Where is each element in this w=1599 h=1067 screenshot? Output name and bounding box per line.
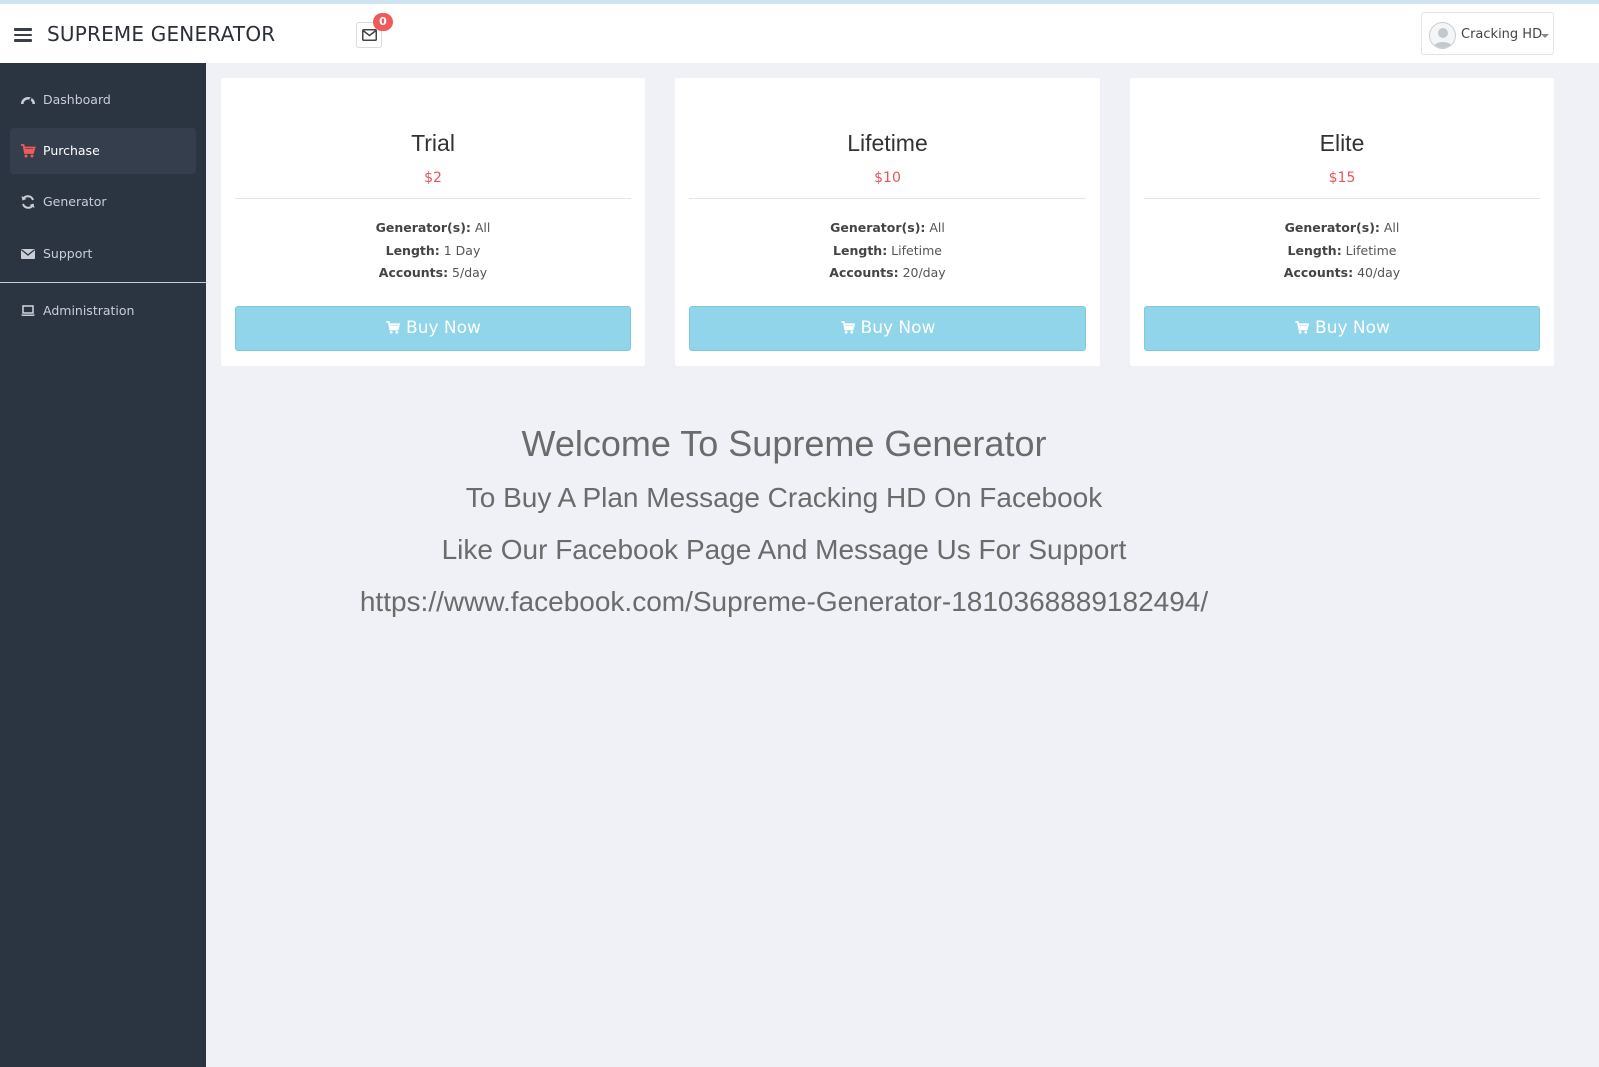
plan-feature-length: Length: 1 Day bbox=[385, 243, 481, 258]
sidebar-item-label: Administration bbox=[43, 303, 135, 318]
sidebar: Dashboard Purchase Generator Support Adm… bbox=[0, 63, 206, 1067]
plan-feature-generators: Generator(s): All bbox=[830, 220, 945, 235]
sidebar-item-label: Generator bbox=[43, 194, 107, 209]
refresh-icon bbox=[21, 195, 35, 209]
user-name: Cracking HD bbox=[1461, 27, 1543, 42]
cart-icon bbox=[1295, 321, 1310, 334]
avatar bbox=[1429, 22, 1456, 49]
cart-icon bbox=[840, 321, 855, 334]
sidebar-divider bbox=[0, 282, 206, 283]
sidebar-item-administration[interactable]: Administration bbox=[10, 288, 196, 334]
sidebar-item-dashboard[interactable]: Dashboard bbox=[10, 77, 196, 123]
welcome-instruction: To Buy A Plan Message Cracking HD On Fac… bbox=[465, 482, 1103, 513]
buy-now-button[interactable]: Buy Now bbox=[689, 306, 1086, 351]
plan-price: $15 bbox=[1328, 170, 1356, 186]
plan-title: Trial bbox=[411, 130, 455, 156]
messages-button[interactable]: 0 bbox=[356, 13, 393, 48]
brand-title: SUPREME GENERATOR bbox=[47, 22, 276, 46]
sidebar-item-label: Dashboard bbox=[43, 92, 111, 107]
user-menu-button[interactable]: Cracking HD bbox=[1421, 12, 1554, 55]
laptop-icon bbox=[21, 305, 35, 316]
buy-now-button[interactable]: Buy Now bbox=[1144, 306, 1540, 351]
facebook-page-url: https://www.facebook.com/Supreme-Generat… bbox=[359, 586, 1209, 617]
envelope-icon bbox=[21, 249, 35, 259]
cart-icon bbox=[386, 321, 401, 334]
plan-card-elite: Elite $15 Generator(s): All Length: Life… bbox=[1130, 78, 1554, 366]
envelope-icon bbox=[362, 29, 377, 41]
dashboard-icon bbox=[21, 97, 35, 105]
message-count-badge: 0 bbox=[373, 13, 393, 31]
hamburger-menu-icon[interactable] bbox=[14, 28, 32, 42]
cart-icon bbox=[21, 144, 36, 158]
buy-now-button[interactable]: Buy Now bbox=[235, 306, 631, 351]
plan-feature-length: Length: Lifetime bbox=[833, 243, 942, 258]
card-divider bbox=[235, 198, 631, 199]
chevron-down-icon bbox=[1541, 34, 1549, 38]
sidebar-item-generator[interactable]: Generator bbox=[10, 179, 196, 225]
plan-card-lifetime: Lifetime $10 Generator(s): All Length: L… bbox=[675, 78, 1100, 366]
top-header: SUPREME GENERATOR 0 Cracking HD bbox=[0, 4, 1599, 63]
plan-feature-accounts: Accounts: 5/day bbox=[378, 265, 488, 280]
plan-feature-length: Length: Lifetime bbox=[1287, 243, 1397, 258]
sidebar-item-label: Purchase bbox=[43, 143, 100, 158]
welcome-support-note: Like Our Facebook Page And Message Us Fo… bbox=[441, 534, 1127, 565]
plan-title: Elite bbox=[1319, 130, 1365, 156]
plan-title: Lifetime bbox=[847, 130, 928, 156]
plan-feature-generators: Generator(s): All bbox=[375, 220, 491, 235]
plan-price: $10 bbox=[874, 170, 901, 186]
plan-feature-accounts: Accounts: 20/day bbox=[829, 265, 946, 280]
plan-feature-accounts: Accounts: 40/day bbox=[1283, 265, 1401, 280]
plan-card-trial: Trial $2 Generator(s): All Length: 1 Day… bbox=[221, 78, 645, 366]
plan-price: $2 bbox=[424, 170, 442, 186]
welcome-heading: Welcome To Supreme Generator bbox=[521, 423, 1047, 464]
sidebar-item-label: Support bbox=[43, 246, 93, 261]
plan-feature-generators: Generator(s): All bbox=[1284, 220, 1400, 235]
sidebar-item-support[interactable]: Support bbox=[10, 231, 196, 277]
card-divider bbox=[689, 198, 1086, 199]
card-divider bbox=[1144, 198, 1540, 199]
user-icon bbox=[1433, 28, 1453, 48]
sidebar-item-purchase[interactable]: Purchase bbox=[10, 128, 196, 174]
